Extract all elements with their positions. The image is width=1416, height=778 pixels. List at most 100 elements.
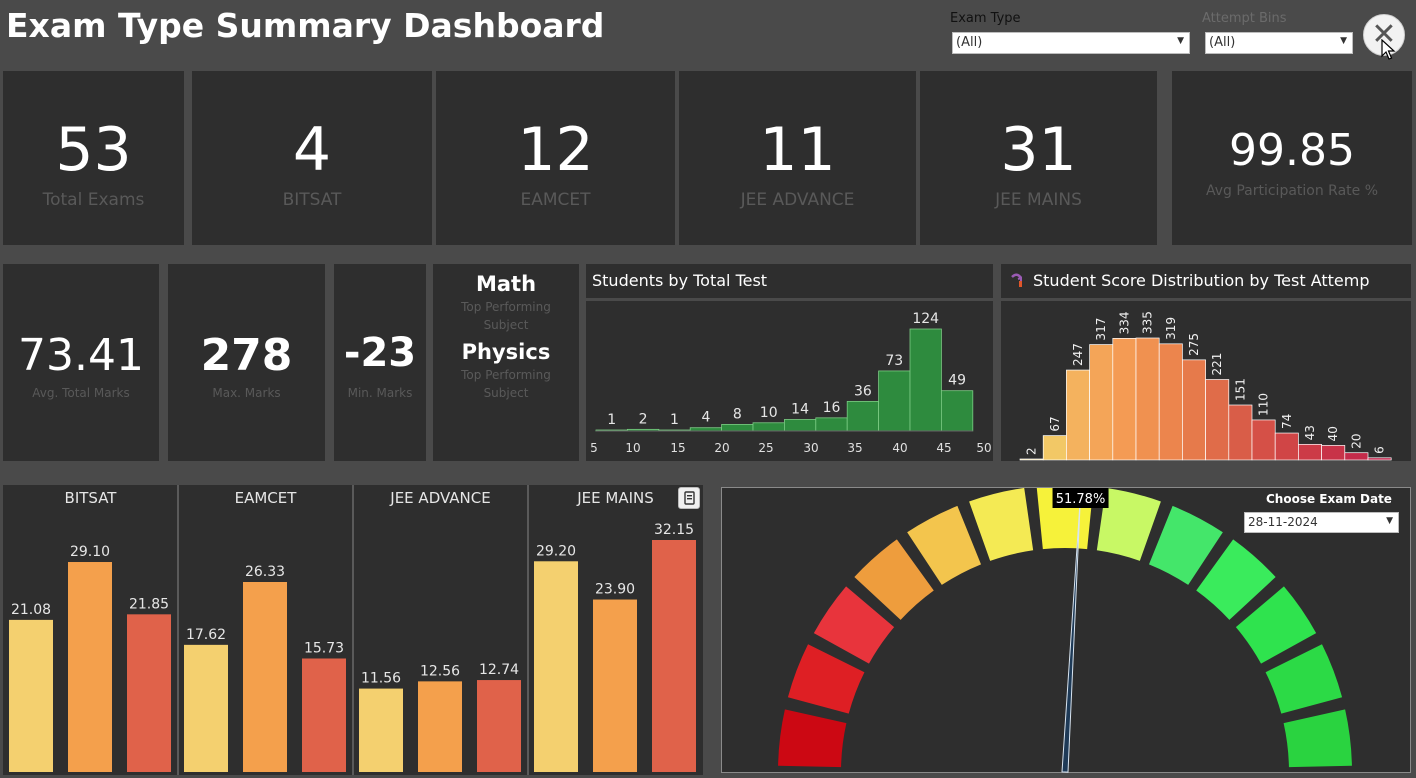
exam-bar — [534, 561, 578, 772]
exam-bar — [127, 614, 171, 772]
students-bar-label: 2 — [639, 411, 648, 427]
filter-icon — [1011, 273, 1023, 287]
students-bar — [721, 424, 754, 432]
exam-date-select[interactable]: 28-11-2024 ▼ — [1244, 512, 1399, 533]
exam-type-select[interactable]: (All) ▼ — [952, 32, 1190, 54]
students-bar-label: 73 — [885, 353, 903, 369]
exam-bar — [652, 540, 696, 772]
kpi-label: JEE MAINS — [995, 190, 1082, 210]
students-bar — [752, 422, 785, 432]
kpi-value: 53 — [55, 115, 132, 185]
x-tick-label: 25 — [758, 441, 773, 455]
gauge-segment — [778, 709, 847, 768]
students-bar — [909, 328, 942, 432]
kpi-card-jee-advance: 11 JEE ADVANCE — [679, 71, 916, 245]
score-bar — [1205, 379, 1230, 461]
exam-bar — [243, 581, 287, 772]
exam-bar — [9, 619, 53, 772]
x-tick-label: 30 — [803, 441, 818, 455]
kpi-value: 4 — [292, 115, 332, 185]
students-bar-label: 49 — [948, 373, 966, 389]
exam-type-value: (All) — [956, 35, 983, 50]
students-bar-label: 14 — [791, 401, 809, 417]
kpi-label: Min. Marks — [347, 386, 413, 400]
score-bar-label: 334 — [1117, 311, 1131, 334]
exam-bar-label: 26.33 — [245, 564, 285, 580]
gauge-panel: 51.78% Choose Exam Date 28-11-2024 ▼ — [721, 487, 1411, 773]
score-distribution-chart: 2 67 247 317 334 335 319 275 221 151 110 74 43 40 20 6 — [1019, 311, 1392, 461]
score-bar — [1228, 404, 1253, 461]
score-bar-label: 43 — [1303, 425, 1317, 440]
score-bar-label: 319 — [1164, 317, 1178, 340]
kpi-value: -23 — [343, 330, 417, 376]
students-chart-panel: 1 2 1 4 8 10 14 16 36 73 124 49 5 10 15 20 25 30 35 40 45 50 — [586, 301, 993, 461]
kpi-label: Max. Marks — [212, 386, 281, 400]
x-tick-label: 10 — [625, 441, 640, 455]
score-bar-label: 110 — [1257, 393, 1271, 416]
exam-bar-label: 23.90 — [595, 582, 635, 598]
top-subject-1-caption: Top Performing Subject — [461, 300, 551, 332]
top-subjects-card: Math Top Performing Subject Physics Top P… — [433, 264, 579, 461]
score-bar-label: 317 — [1094, 318, 1108, 341]
copy-icon — [684, 491, 695, 505]
score-bar — [1344, 452, 1369, 461]
kpi-card-jee-mains: 31 JEE MAINS — [920, 71, 1157, 245]
exam-bar — [184, 644, 228, 772]
exam-bar — [302, 658, 346, 772]
score-bar-label: 335 — [1141, 311, 1155, 334]
score-bar-label: 74 — [1280, 414, 1294, 429]
gauge-segment — [1283, 709, 1352, 768]
exam-bar-label: 32.15 — [654, 522, 694, 538]
kpi-label: Total Exams — [42, 190, 145, 210]
kpi-label: JEE ADVANCE — [740, 190, 855, 210]
x-tick-label: 15 — [670, 441, 685, 455]
students-chart-header: Students by Total Test — [586, 264, 993, 298]
students-bar — [783, 419, 817, 432]
score-bar-label: 20 — [1349, 433, 1363, 448]
x-tick-label: 45 — [936, 441, 951, 455]
score-bar-label: 2 — [1025, 447, 1039, 455]
attempt-bins-select[interactable]: (All) ▼ — [1205, 32, 1353, 54]
score-bar-label: 221 — [1210, 353, 1224, 376]
exam-bar-label: 17.62 — [186, 627, 226, 643]
score-bar-label: 67 — [1048, 416, 1062, 431]
students-chart-title: Students by Total Test — [592, 271, 768, 290]
kpi-value: 99.85 — [1229, 125, 1355, 176]
exam-bar-label: 29.10 — [70, 544, 110, 560]
exam-bar — [593, 599, 637, 772]
exam-bar-label: 12.74 — [479, 662, 519, 678]
students-bar-chart: 1 2 1 4 8 10 14 163673124495 10 15 20 25 30 35 40 45 50 — [590, 311, 991, 455]
score-bar-label: 275 — [1187, 333, 1201, 356]
students-bar — [940, 390, 974, 432]
kpi-value: 12 — [517, 115, 594, 185]
students-bar — [878, 370, 911, 432]
score-bar — [1367, 457, 1392, 461]
kpi-card-bitsat: 4 BITSAT — [192, 71, 432, 245]
score-bar-label: 6 — [1373, 446, 1387, 454]
score-bar — [1298, 443, 1322, 461]
exam-bar — [68, 562, 112, 772]
score-bar — [1112, 338, 1137, 461]
students-bar-label: 36 — [854, 383, 872, 399]
students-bar-label: 16 — [823, 400, 841, 416]
score-bar — [1066, 369, 1090, 461]
avg-marks-card: 73.41 Avg. Total Marks — [3, 264, 159, 461]
score-chart-panel: 2 67 247 317 334 335 319 275 221 151 110 74 43 40 20 6 — [1001, 301, 1411, 461]
score-bar — [1135, 337, 1160, 461]
exam-date-value: 28-11-2024 — [1248, 515, 1318, 529]
kpi-label: Avg. Total Marks — [32, 386, 130, 400]
students-bar-label: 10 — [760, 405, 778, 421]
exam-bar-label: 12.56 — [420, 663, 460, 679]
top-subject-1: Math — [475, 272, 537, 296]
exam-bar-label: 21.85 — [129, 596, 169, 612]
x-tick-label: 20 — [714, 441, 729, 455]
exam-bar-label: 11.56 — [361, 671, 401, 687]
exam-bar-label: 21.08 — [11, 602, 51, 618]
x-tick-label: 40 — [892, 441, 907, 455]
exam-bar — [418, 681, 462, 772]
copy-button[interactable] — [678, 487, 700, 509]
exam-bar-label: 29.20 — [536, 543, 576, 559]
gauge-segment — [969, 488, 1034, 561]
exam-bar — [359, 688, 403, 772]
mouse-cursor-icon — [1381, 39, 1396, 60]
